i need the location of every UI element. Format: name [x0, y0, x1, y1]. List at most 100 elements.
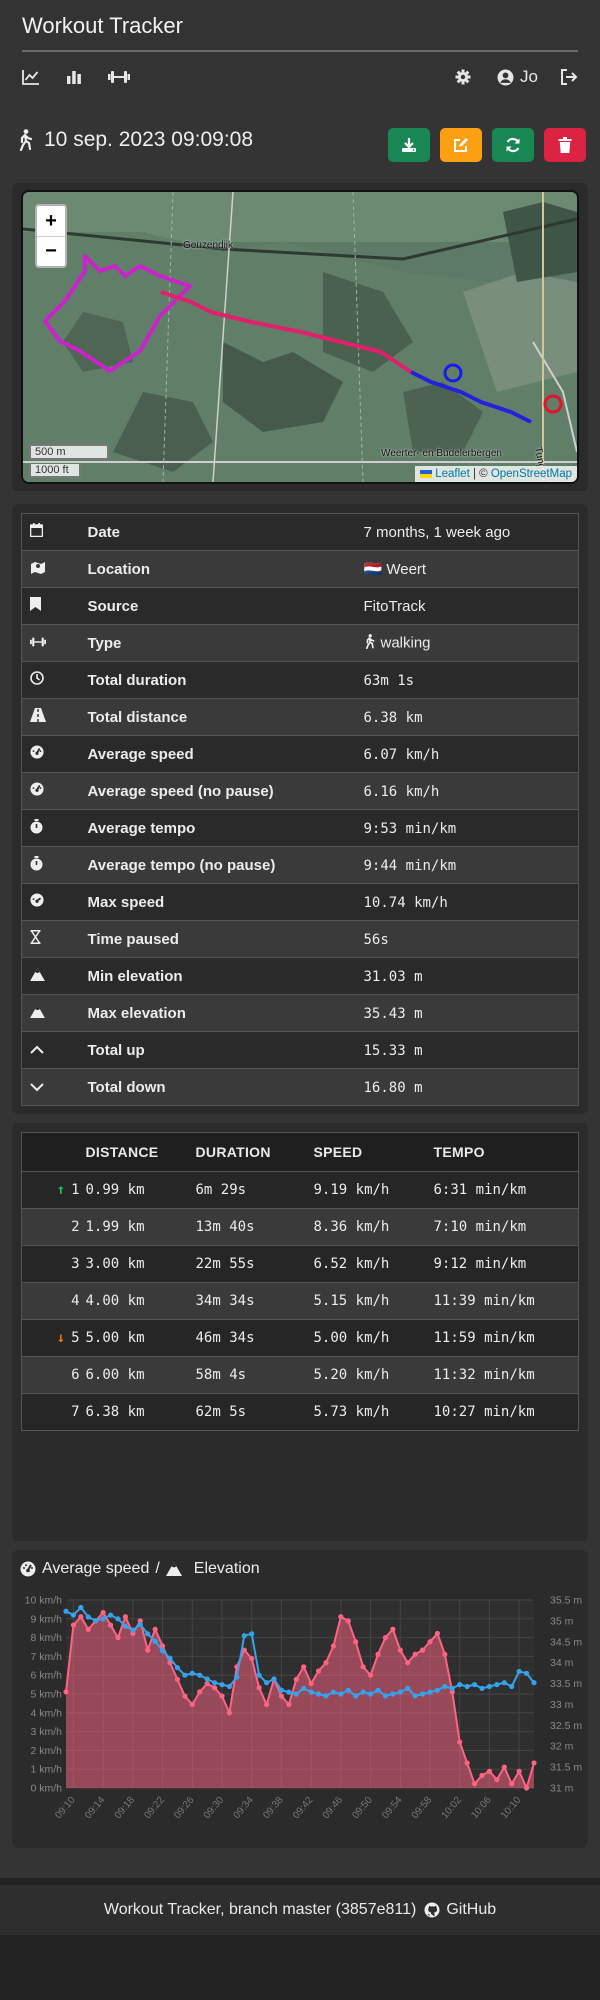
elevation-point	[219, 1693, 225, 1699]
logout-icon[interactable]	[560, 69, 578, 85]
elevation-point	[301, 1664, 307, 1670]
speed-point	[405, 1685, 411, 1691]
refresh-button[interactable]	[492, 128, 534, 162]
zoom-in-button[interactable]: +	[37, 206, 65, 236]
speed-point	[397, 1689, 403, 1695]
speed-point	[145, 1631, 151, 1637]
x-tick-label: 09:50	[350, 1795, 375, 1822]
gauge-icon	[30, 782, 44, 796]
trash-icon	[558, 137, 572, 153]
y-left-tick-label: 9 km/h	[30, 1613, 62, 1625]
chart-bar-icon[interactable]	[66, 69, 82, 85]
speed-point	[442, 1683, 448, 1690]
route-map[interactable]: Geuzendijk Weerter- en Budelerbergen Tun…	[21, 190, 579, 484]
elevation-point	[145, 1647, 151, 1653]
gear-icon[interactable]	[455, 69, 471, 85]
download-button[interactable]	[388, 128, 430, 162]
elevation-point	[375, 1651, 381, 1657]
footer-app-name: Workout Tracker,	[103, 1901, 229, 1918]
user-name: Jo	[520, 67, 538, 86]
elevation-point	[249, 1655, 255, 1662]
stat-value-text: 10.74 km/h	[363, 894, 448, 911]
elevation-point	[531, 1760, 537, 1766]
chart-line-icon[interactable]	[22, 69, 40, 85]
elevation-point	[360, 1664, 366, 1670]
split-speed: 6.52 km/h	[313, 1256, 390, 1272]
y-right-tick-label: 32 m	[550, 1741, 574, 1753]
elevation-point	[501, 1764, 507, 1770]
x-tick-label: 09:18	[113, 1795, 138, 1822]
stat-value: 🇳🇱 Weert	[356, 551, 579, 588]
x-tick-label: 09:14	[83, 1795, 108, 1822]
dumbbell-icon[interactable]	[108, 69, 130, 85]
speed-point	[353, 1693, 359, 1699]
x-tick-label: 10:02	[439, 1795, 464, 1822]
github-label: GitHub	[446, 1901, 497, 1918]
stat-value: 31.03 m	[356, 958, 579, 995]
speed-point	[226, 1683, 233, 1690]
elevation-point	[78, 1614, 84, 1620]
speed-point	[241, 1633, 247, 1639]
delete-button[interactable]	[544, 128, 586, 162]
arrow-down-icon: ↓	[56, 1330, 66, 1346]
walking-icon	[364, 633, 375, 653]
github-link[interactable]: GitHub	[424, 1901, 496, 1919]
x-tick-label: 09:38	[261, 1795, 286, 1822]
split-speed: 5.15 km/h	[313, 1293, 390, 1309]
stat-label: Min elevation	[87, 967, 183, 985]
elevation-point	[63, 1689, 69, 1695]
elevation-point	[256, 1685, 262, 1691]
split-distance: 6.38 km	[85, 1404, 145, 1420]
speed-point	[330, 1689, 337, 1695]
stat-row: Average tempo 9:53 min/km	[21, 809, 579, 847]
speed-point	[457, 1682, 463, 1688]
elevation-point	[419, 1647, 426, 1653]
speed-point	[211, 1680, 218, 1686]
attribution-separator: | ©	[469, 468, 491, 480]
speed-point	[523, 1670, 530, 1676]
mountain-icon	[30, 967, 45, 981]
x-tick-label: 10:06	[469, 1795, 494, 1822]
stat-value: 35.43 m	[356, 995, 579, 1032]
split-index: 5	[71, 1330, 80, 1346]
user-circle-icon	[497, 69, 514, 85]
road-icon	[30, 708, 46, 722]
stat-value: 15.33 m	[356, 1032, 579, 1069]
elevation-point	[523, 1785, 530, 1791]
split-tempo: 9:12 min/km	[433, 1256, 527, 1272]
x-tick-label: 09:46	[321, 1795, 346, 1822]
stat-label: Time paused	[87, 930, 179, 948]
stats-panel: Date 7 months, 1 week ago Location 🇳🇱 Weert…	[12, 504, 588, 1114]
edit-button[interactable]	[440, 128, 482, 162]
stat-label: Type	[87, 634, 122, 652]
y-right-tick-label: 32.5 m	[550, 1720, 582, 1732]
top-header: Workout Tracker Jo	[0, 0, 600, 114]
speed-elevation-chart[interactable]: 0 km/h 1 km/h 2 km/h 3 km/h 4 km/h 5 km/h 6 km…	[12, 1592, 588, 1848]
elevation-point	[509, 1781, 515, 1787]
elevation-point	[308, 1680, 314, 1687]
clock-icon	[30, 671, 44, 685]
stat-row: Min elevation 31.03 m	[21, 957, 579, 995]
split-duration: 58m 4s	[195, 1367, 247, 1383]
app-title[interactable]: Workout Tracker	[22, 0, 578, 52]
y-right-tick-label: 34 m	[550, 1657, 574, 1669]
speed-point	[130, 1627, 136, 1633]
splits-header-tempo: TEMPO	[433, 1132, 579, 1172]
gauge-high-icon	[30, 893, 44, 907]
user-menu[interactable]: Jo	[497, 67, 538, 87]
speed-point	[107, 1612, 114, 1618]
speed-point	[338, 1691, 344, 1697]
stat-value: 6.38 km	[356, 699, 579, 736]
leaflet-link[interactable]: Leaflet	[435, 468, 470, 480]
elevation-point	[189, 1701, 195, 1708]
elevation-point	[278, 1693, 285, 1699]
zoom-out-button[interactable]: −	[37, 236, 65, 266]
chart-title-speed: Average speed	[42, 1560, 150, 1577]
elevation-point	[182, 1693, 188, 1699]
osm-link[interactable]: OpenStreetMap	[491, 468, 572, 480]
x-tick-label: 09:42	[291, 1795, 316, 1822]
speed-point	[345, 1687, 351, 1693]
speed-point	[122, 1623, 129, 1629]
split-duration: 22m 55s	[195, 1256, 255, 1272]
y-right-tick-label: 35 m	[550, 1615, 574, 1627]
